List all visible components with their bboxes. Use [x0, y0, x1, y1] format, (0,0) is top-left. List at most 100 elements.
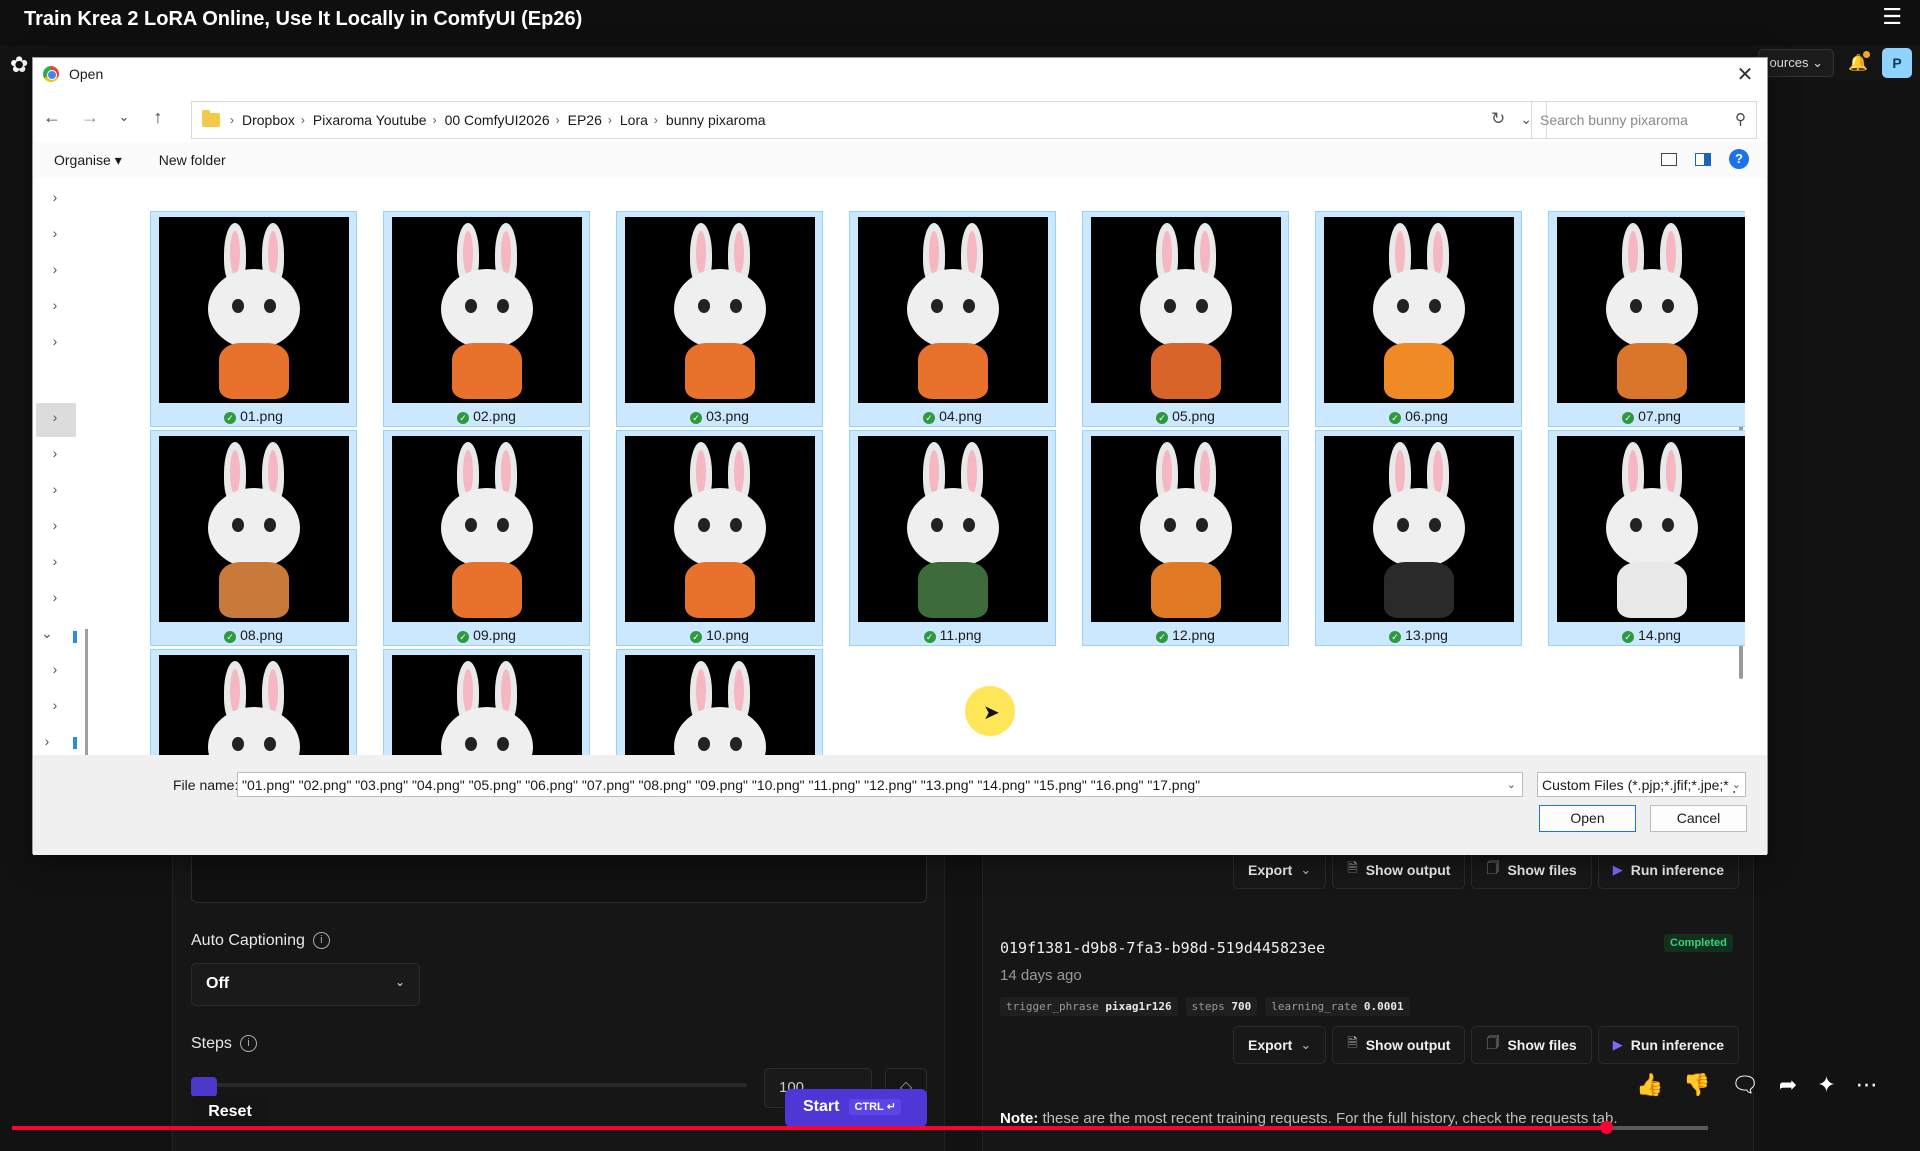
- expand-chevron-icon[interactable]: ›: [45, 225, 65, 241]
- avatar[interactable]: P: [1882, 48, 1912, 78]
- file-name-text: 02.png: [473, 408, 516, 424]
- share-icon[interactable]: ➦: [1779, 1072, 1797, 1098]
- help-icon[interactable]: ?: [1729, 149, 1749, 169]
- file-tile[interactable]: ✓ 09.png: [383, 430, 590, 646]
- run-inference-button[interactable]: ▶ Run inference: [1597, 1026, 1740, 1064]
- file-tile[interactable]: ✓ 08.png: [150, 430, 357, 646]
- captions-textarea[interactable]: [191, 856, 927, 903]
- breadcrumb-separator[interactable]: ›: [654, 113, 658, 127]
- refresh-icon[interactable]: ↻: [1491, 109, 1505, 129]
- sparkle-icon[interactable]: ✦: [1817, 1072, 1835, 1098]
- file-tile[interactable]: ✓ 14.png: [1548, 430, 1745, 646]
- breadcrumb-separator[interactable]: ›: [556, 113, 560, 127]
- close-icon[interactable]: ✕: [1733, 62, 1757, 87]
- reset-button[interactable]: Reset: [191, 1096, 269, 1128]
- app-logo-icon[interactable]: ✿: [10, 52, 28, 78]
- info-icon[interactable]: i: [239, 1035, 257, 1053]
- file-tile[interactable]: ✓ 07.png: [1548, 211, 1745, 427]
- expand-chevron-icon[interactable]: ›: [37, 733, 57, 749]
- expand-chevron-icon[interactable]: ›: [45, 333, 65, 349]
- files-icon: 🗍: [1486, 1035, 1500, 1050]
- file-tile[interactable]: ✓ 04.png: [849, 211, 1056, 427]
- expand-chevron-icon[interactable]: ›: [45, 697, 65, 713]
- file-tile[interactable]: ✓ 03.png: [616, 211, 823, 427]
- show-files-button[interactable]: 🗍 Show files: [1471, 851, 1592, 889]
- breadcrumb-item[interactable]: Pixaroma Youtube: [313, 112, 427, 128]
- new-folder-button[interactable]: New folder: [159, 152, 226, 168]
- back-arrow-icon[interactable]: ←: [33, 107, 71, 128]
- up-arrow-icon[interactable]: ↑: [139, 107, 177, 128]
- comments-icon[interactable]: 🗨: [1731, 1072, 1759, 1098]
- address-bar[interactable]: › Dropbox › Pixaroma Youtube › 00 ComfyUI2…: [191, 101, 1547, 139]
- video-progress-handle[interactable]: [1600, 1121, 1613, 1134]
- breadcrumb-item[interactable]: Lora: [620, 112, 648, 128]
- playlist-icon[interactable]: ☰: [1882, 4, 1902, 30]
- file-name-text: 12.png: [1172, 627, 1215, 643]
- breadcrumb-item[interactable]: Dropbox: [242, 112, 295, 128]
- file-name-text: 03.png: [706, 408, 749, 424]
- breadcrumb-item[interactable]: bunny pixaroma: [666, 112, 766, 128]
- file-type-select[interactable]: Custom Files (*.pjp;*.jfif;*.jpe;*.p ⌄: [1537, 772, 1746, 797]
- file-tile[interactable]: ✓ 13.png: [1315, 430, 1522, 646]
- auto-captioning-value: Off: [206, 975, 230, 992]
- collapse-chevron-icon[interactable]: ⌄: [37, 625, 57, 642]
- open-button[interactable]: Open: [1539, 805, 1636, 832]
- file-tile[interactable]: [150, 649, 357, 755]
- like-icon[interactable]: 👍: [1636, 1072, 1663, 1098]
- preview-pane-icon[interactable]: [1695, 152, 1711, 166]
- job-id[interactable]: 019f1381-d9b8-7fa3-b98d-519d445823ee: [1000, 939, 1325, 957]
- file-tile[interactable]: ✓ 05.png: [1082, 211, 1289, 427]
- organise-menu[interactable]: Organise ▾: [54, 152, 122, 169]
- expand-chevron-icon[interactable]: ›: [45, 445, 65, 461]
- expand-chevron-icon[interactable]: ›: [45, 481, 65, 497]
- resources-button[interactable]: ources ⌄: [1758, 49, 1834, 77]
- breadcrumb-separator[interactable]: ›: [433, 113, 437, 127]
- expand-chevron-icon[interactable]: ›: [45, 261, 65, 277]
- breadcrumb-item[interactable]: 00 ComfyUI2026: [445, 112, 550, 128]
- expand-chevron-icon[interactable]: ›: [45, 189, 65, 205]
- expand-chevron-icon[interactable]: ›: [45, 517, 65, 533]
- file-name-input[interactable]: "01.png" "02.png" "03.png" "04.png" "05.…: [237, 772, 1523, 797]
- auto-captioning-label-text: Auto Captioning: [191, 932, 305, 949]
- nav-item-icon: [73, 631, 77, 643]
- auto-captioning-label: Auto Captioning i: [191, 932, 330, 950]
- breadcrumb-separator[interactable]: ›: [301, 113, 305, 127]
- show-output-button[interactable]: 🗎 Show output: [1332, 851, 1466, 889]
- dislike-icon[interactable]: 👎: [1683, 1072, 1710, 1098]
- notification-bell-icon[interactable]: 🔔: [1844, 51, 1872, 73]
- job-time: 14 days ago: [1000, 967, 1082, 984]
- file-tile[interactable]: ✓ 02.png: [383, 211, 590, 427]
- file-tile[interactable]: ✓ 10.png: [616, 430, 823, 646]
- recent-locations-chevron-icon[interactable]: ⌄: [109, 109, 139, 125]
- more-icon[interactable]: ⋯: [1856, 1072, 1878, 1098]
- view-options-icon[interactable]: [1661, 152, 1677, 166]
- file-tile[interactable]: ✓ 12.png: [1082, 430, 1289, 646]
- start-button[interactable]: Start CTRL ↵: [785, 1089, 927, 1127]
- breadcrumb-separator[interactable]: ›: [608, 113, 612, 127]
- expand-chevron-icon[interactable]: ›: [45, 409, 65, 425]
- export-button[interactable]: Export ⌄: [1233, 1026, 1327, 1064]
- auto-captioning-select[interactable]: Off ⌄: [191, 963, 420, 1006]
- file-tile[interactable]: ✓ 11.png: [849, 430, 1056, 646]
- show-output-button[interactable]: 🗎 Show output: [1332, 1026, 1466, 1064]
- expand-chevron-icon[interactable]: ›: [45, 553, 65, 569]
- cancel-button[interactable]: Cancel: [1650, 805, 1747, 832]
- run-inference-button[interactable]: ▶ Run inference: [1597, 851, 1740, 889]
- info-icon[interactable]: i: [312, 932, 330, 950]
- steps-slider[interactable]: [191, 1083, 747, 1087]
- forward-arrow-icon[interactable]: →: [71, 107, 109, 128]
- expand-chevron-icon[interactable]: ›: [45, 589, 65, 605]
- export-button[interactable]: Export ⌄: [1233, 851, 1327, 889]
- expand-chevron-icon[interactable]: ›: [45, 297, 65, 313]
- search-input[interactable]: Search bunny pixaroma ⚲: [1531, 101, 1757, 139]
- file-tile[interactable]: [383, 649, 590, 755]
- expand-chevron-icon[interactable]: ›: [45, 661, 65, 677]
- bunny-thumbnail-image: [159, 436, 349, 622]
- chevron-down-icon[interactable]: ⌄: [1507, 778, 1516, 791]
- breadcrumb-item[interactable]: EP26: [568, 112, 602, 128]
- show-files-button[interactable]: 🗍 Show files: [1471, 1026, 1592, 1064]
- file-tile[interactable]: ✓ 01.png: [150, 211, 357, 427]
- file-tile[interactable]: ✓ 06.png: [1315, 211, 1522, 427]
- file-tile[interactable]: [616, 649, 823, 755]
- steps-slider-handle[interactable]: [191, 1077, 217, 1097]
